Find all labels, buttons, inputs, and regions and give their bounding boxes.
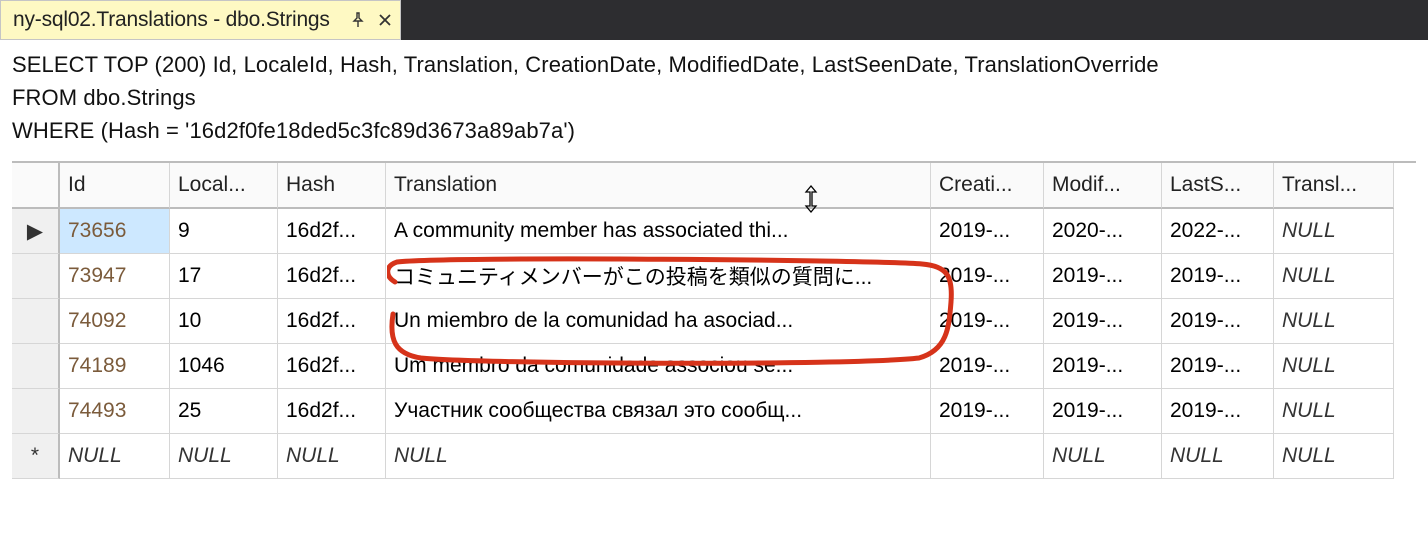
cell-translation[interactable]: Un miembro de la comunidad ha asociad... <box>386 299 931 344</box>
col-header-id[interactable]: Id <box>60 163 170 209</box>
cell-creationdate[interactable]: 2019-... <box>931 344 1044 389</box>
sql-criteria-panel[interactable]: SELECT TOP (200) Id, LocaleId, Hash, Tra… <box>0 40 1428 161</box>
col-header-lastseendate[interactable]: LastS... <box>1162 163 1274 209</box>
cell-modifieddate[interactable]: 2019-... <box>1044 299 1162 344</box>
close-icon[interactable] <box>378 13 392 27</box>
row-selector[interactable] <box>12 254 60 299</box>
cell-id[interactable]: 74189 <box>60 344 170 389</box>
cell-localeid[interactable]: 17 <box>170 254 278 299</box>
document-tab[interactable]: ny-sql02.Translations - dbo.Strings <box>0 0 401 40</box>
row-selector[interactable] <box>12 389 60 434</box>
cell-modifieddate[interactable]: NULL <box>1044 434 1162 479</box>
sql-line: WHERE (Hash = '16d2f0fe18ded5c3fc89d3673… <box>12 114 1416 147</box>
cell-hash[interactable]: NULL <box>278 434 386 479</box>
cell-modifieddate[interactable]: 2019-... <box>1044 389 1162 434</box>
cell-creationdate[interactable]: 2019-... <box>931 254 1044 299</box>
cell-hash[interactable]: 16d2f... <box>278 389 386 434</box>
cell-lastseendate[interactable]: NULL <box>1162 434 1274 479</box>
col-header-modifieddate[interactable]: Modif... <box>1044 163 1162 209</box>
col-header-translation[interactable]: Translation <box>386 163 931 209</box>
table-new-row[interactable]: * NULL NULL NULL NULL NULL NULL NULL <box>12 434 1416 479</box>
cell-hash[interactable]: 16d2f... <box>278 209 386 254</box>
table-row[interactable]: 74092 10 16d2f... Un miembro de la comun… <box>12 299 1416 344</box>
cell-lastseendate[interactable]: 2022-... <box>1162 209 1274 254</box>
cell-translation[interactable]: A community member has associated thi... <box>386 209 931 254</box>
results-grid[interactable]: Id Local... Hash Translation Creati... M… <box>12 161 1416 479</box>
table-row[interactable]: 74493 25 16d2f... Участник сообщества св… <box>12 389 1416 434</box>
cell-override[interactable]: NULL <box>1274 434 1394 479</box>
cell-lastseendate[interactable]: 2019-... <box>1162 254 1274 299</box>
cell-translation[interactable]: Um membro da comunidade associou se... <box>386 344 931 389</box>
cell-override[interactable]: NULL <box>1274 389 1394 434</box>
cell-override[interactable]: NULL <box>1274 299 1394 344</box>
cell-id[interactable]: NULL <box>60 434 170 479</box>
cell-hash[interactable]: 16d2f... <box>278 254 386 299</box>
grid-header-row: Id Local... Hash Translation Creati... M… <box>12 163 1416 209</box>
cell-lastseendate[interactable]: 2019-... <box>1162 389 1274 434</box>
cell-creationdate[interactable]: 2019-... <box>931 389 1044 434</box>
cell-creationdate[interactable]: 2019-... <box>931 299 1044 344</box>
cell-override[interactable]: NULL <box>1274 209 1394 254</box>
cell-translation[interactable]: NULL <box>386 434 931 479</box>
cell-modifieddate[interactable]: 2019-... <box>1044 344 1162 389</box>
table-row[interactable]: ▶ 73656 9 16d2f... A community member ha… <box>12 209 1416 254</box>
cell-translation[interactable]: コミュニティメンバーがこの投稿を類似の質問に... <box>386 254 931 299</box>
cell-localeid[interactable]: 25 <box>170 389 278 434</box>
cell-id[interactable]: 73947 <box>60 254 170 299</box>
sql-line: FROM dbo.Strings <box>12 81 1416 114</box>
cell-localeid[interactable]: NULL <box>170 434 278 479</box>
cell-lastseendate[interactable]: 2019-... <box>1162 344 1274 389</box>
cell-modifieddate[interactable]: 2019-... <box>1044 254 1162 299</box>
col-header-translationoverride[interactable]: Transl... <box>1274 163 1394 209</box>
col-header-localeid[interactable]: Local... <box>170 163 278 209</box>
tab-title: ny-sql02.Translations - dbo.Strings <box>13 8 330 32</box>
sql-line: SELECT TOP (200) Id, LocaleId, Hash, Tra… <box>12 48 1416 81</box>
table-row[interactable]: 73947 17 16d2f... コミュニティメンバーがこの投稿を類似の質問に… <box>12 254 1416 299</box>
cell-override[interactable]: NULL <box>1274 344 1394 389</box>
row-selector-header <box>12 163 60 209</box>
row-selector-new[interactable]: * <box>12 434 60 479</box>
cell-hash[interactable]: 16d2f... <box>278 344 386 389</box>
cell-override[interactable]: NULL <box>1274 254 1394 299</box>
row-selector-current[interactable]: ▶ <box>12 209 60 254</box>
cell-hash[interactable]: 16d2f... <box>278 299 386 344</box>
row-selector[interactable] <box>12 344 60 389</box>
row-selector[interactable] <box>12 299 60 344</box>
cell-id[interactable]: 74092 <box>60 299 170 344</box>
cell-localeid[interactable]: 10 <box>170 299 278 344</box>
cell-localeid[interactable]: 9 <box>170 209 278 254</box>
cell-id[interactable]: 74493 <box>60 389 170 434</box>
cell-lastseendate[interactable]: 2019-... <box>1162 299 1274 344</box>
col-header-hash[interactable]: Hash <box>278 163 386 209</box>
cell-localeid[interactable]: 1046 <box>170 344 278 389</box>
tab-bar: ny-sql02.Translations - dbo.Strings <box>0 0 1428 40</box>
pin-icon[interactable] <box>350 12 366 28</box>
col-header-creationdate[interactable]: Creati... <box>931 163 1044 209</box>
table-row[interactable]: 74189 1046 16d2f... Um membro da comunid… <box>12 344 1416 389</box>
cell-translation[interactable]: Участник сообщества связал это сообщ... <box>386 389 931 434</box>
cell-modifieddate[interactable]: 2020-... <box>1044 209 1162 254</box>
cell-creationdate[interactable]: 2019-... <box>931 209 1044 254</box>
cell-id[interactable]: 73656 <box>60 209 170 254</box>
cell-creationdate[interactable] <box>931 434 1044 479</box>
